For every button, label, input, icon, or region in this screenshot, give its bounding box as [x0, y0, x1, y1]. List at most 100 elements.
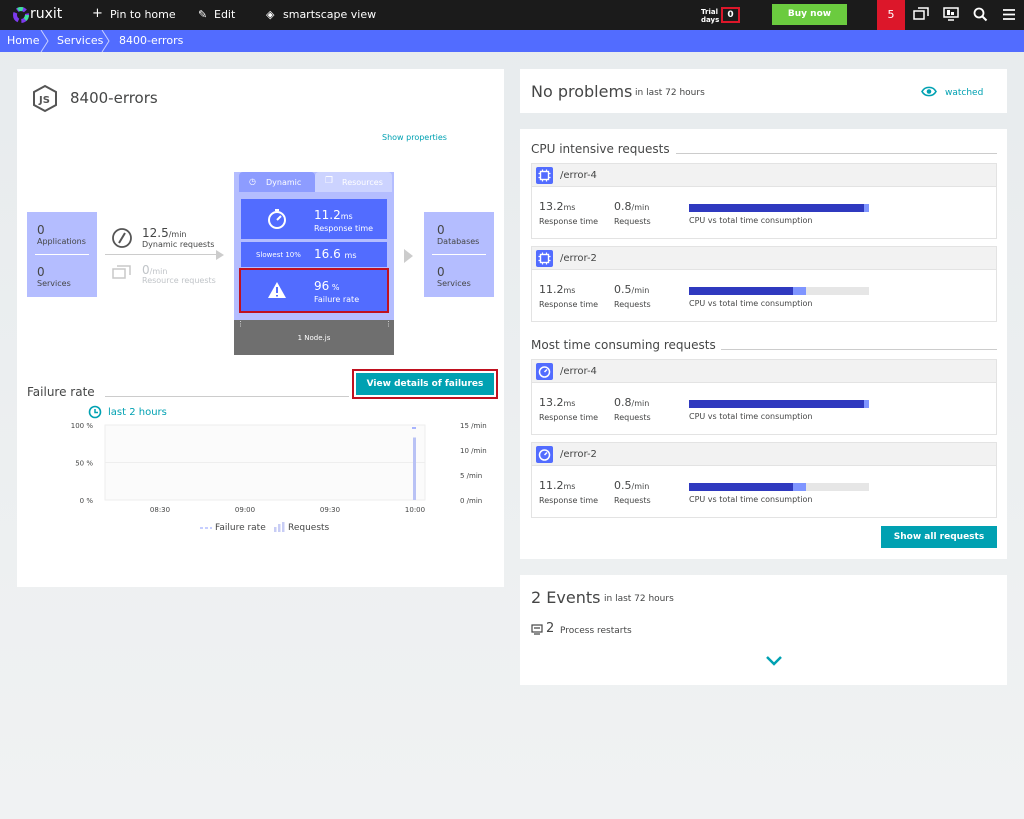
show-all-requests-button[interactable]: Show all requests	[881, 526, 997, 548]
breadcrumb-separator-icon	[101, 30, 110, 52]
requests-label: Requests	[614, 496, 651, 505]
tab-resources[interactable]: ❐ Resources	[315, 172, 392, 192]
failure-rate-value: 96 %	[314, 279, 340, 293]
edit-button[interactable]: Edit	[214, 8, 235, 21]
node-js-label: 1 Node.js	[297, 334, 331, 342]
watched-toggle[interactable]: watched	[945, 88, 983, 98]
show-properties-link[interactable]: Show properties	[382, 133, 447, 142]
request-row[interactable]: /error-2 11.2ms Response time 0.5/min Reques…	[531, 442, 997, 518]
drag-handle-icon: ⋮	[237, 320, 244, 328]
problems-count-badge[interactable]: 5	[877, 0, 905, 30]
stopwatch-icon	[268, 209, 286, 229]
plus-icon: +	[92, 6, 103, 21]
resource-requests-label: Resource requests	[142, 276, 216, 285]
request-name[interactable]: /error-4	[560, 170, 597, 181]
time-consumption-bar	[689, 287, 869, 295]
request-row[interactable]: /error-4 13.2ms Response time 0.8/min Reques…	[531, 359, 997, 435]
process-restarts-label[interactable]: Process restarts	[560, 626, 632, 636]
warning-icon	[268, 282, 286, 298]
process-group-bar[interactable]: ⋮ ⋮ 1 Node.js	[234, 320, 394, 355]
events-title: 2 Events	[531, 588, 601, 607]
breadcrumb: Home Services 8400-errors	[0, 30, 1024, 52]
stopwatch-icon	[536, 446, 553, 463]
y-left-tick-label: 100 %	[71, 422, 94, 430]
trial-label: Trial days	[701, 8, 720, 24]
problems-range: in last 72 hours	[635, 88, 705, 98]
legend-bars-icon	[274, 522, 285, 532]
service-title: 8400-errors	[70, 89, 158, 107]
x-tick-label: 09:00	[235, 506, 255, 514]
failure-rate-tile[interactable]: 96 % Failure rate	[239, 268, 389, 313]
eye-icon[interactable]	[921, 86, 937, 97]
callee-services-count: 0	[437, 265, 445, 279]
request-row-header[interactable]: /error-2	[532, 247, 996, 270]
windows-icon	[112, 265, 131, 279]
request-name[interactable]: /error-4	[560, 366, 597, 377]
y-right-tick-label: 15 /min	[460, 422, 487, 430]
flow-arrow	[105, 254, 217, 255]
time-consuming-title: Most time consuming requests	[531, 338, 716, 352]
smartscape-view-button[interactable]: smartscape view	[283, 8, 376, 21]
monitor-icon[interactable]	[943, 7, 959, 21]
buy-now-button[interactable]: Buy now	[772, 4, 847, 25]
callees-box[interactable]: 0 Databases 0 Services	[424, 212, 494, 297]
view-details-of-failures-button[interactable]: View details of failures	[356, 373, 494, 395]
request-row[interactable]: /error-2 11.2ms Response time 0.5/min Reques…	[531, 246, 997, 322]
request-row-header[interactable]: /error-4	[532, 360, 996, 383]
time-consumption-bar	[689, 483, 869, 491]
windows-icon[interactable]	[913, 7, 929, 21]
cpu-time-segment	[689, 400, 864, 408]
legend-dash-icon	[200, 527, 212, 529]
request-row-header[interactable]: /error-2	[532, 443, 996, 466]
applications-count: 0	[37, 223, 45, 237]
request-row-header[interactable]: /error-4	[532, 164, 996, 187]
stopwatch-icon: ◷	[249, 177, 256, 186]
problems-card: No problems in last 72 hours watched	[520, 69, 1007, 113]
time-consumption-bar	[689, 400, 869, 408]
clock-icon	[88, 405, 102, 419]
legend-failure-rate: Failure rate	[215, 523, 266, 533]
caller-services-count: 0	[37, 265, 45, 279]
requests-value: 0.8/min	[614, 200, 650, 213]
caller-services-label: Services	[37, 279, 71, 288]
stopwatch-icon	[536, 363, 553, 380]
tab-dynamic[interactable]: ◷ Dynamic	[239, 172, 315, 192]
requests-value: 0.5/min	[614, 283, 650, 296]
chevron-down-icon[interactable]	[765, 655, 783, 666]
breadcrumb-home[interactable]: Home	[7, 30, 39, 52]
response-time-tile[interactable]: 11.2ms Response time	[241, 199, 387, 239]
breadcrumb-current: 8400-errors	[119, 34, 184, 47]
y-left-tick-label: 0 %	[80, 497, 94, 505]
top-bar: ruxit + Pin to home ✎ Edit ◈ smartscape …	[0, 0, 1024, 30]
requests-label: Requests	[614, 217, 651, 226]
menu-icon[interactable]	[1003, 9, 1015, 20]
request-name[interactable]: /error-2	[560, 253, 597, 264]
failure-rate-label: Failure rate	[314, 295, 360, 304]
callers-box[interactable]: 0 Applications 0 Services	[27, 212, 97, 297]
response-time-label: Response time	[539, 496, 599, 505]
cpu-icon	[536, 250, 553, 267]
y-right-tick-label: 5 /min	[460, 472, 482, 480]
request-name[interactable]: /error-2	[560, 449, 597, 460]
request-row[interactable]: /error-4 13.2ms Response time 0.8/min Reques…	[531, 163, 997, 239]
bar-label: CPU vs total time consumption	[689, 299, 813, 308]
heading-rule	[105, 396, 349, 397]
slowest-tile[interactable]: Slowest 10% 16.6 ms	[241, 242, 387, 267]
brand-name[interactable]: ruxit	[30, 6, 62, 22]
ruxit-logo-icon[interactable]	[13, 7, 29, 23]
tab-resources-label: Resources	[342, 178, 383, 187]
breadcrumb-separator-icon	[40, 30, 49, 52]
y-right-tick-label: 0 /min	[460, 497, 482, 505]
cpu-icon	[536, 167, 553, 184]
pin-to-home-button[interactable]: Pin to home	[110, 8, 176, 21]
search-icon[interactable]	[973, 7, 988, 22]
response-time-value: 11.2ms	[539, 283, 576, 296]
problems-title: No problems	[531, 82, 633, 101]
y-left-tick-label: 50 %	[75, 460, 93, 468]
breadcrumb-services[interactable]: Services	[57, 30, 103, 52]
heading-rule	[676, 153, 997, 154]
requests-label: Requests	[614, 413, 651, 422]
timeframe-selector[interactable]: last 2 hours	[108, 407, 167, 418]
response-time-label: Response time	[539, 300, 599, 309]
x-tick-label: 09:30	[320, 506, 340, 514]
